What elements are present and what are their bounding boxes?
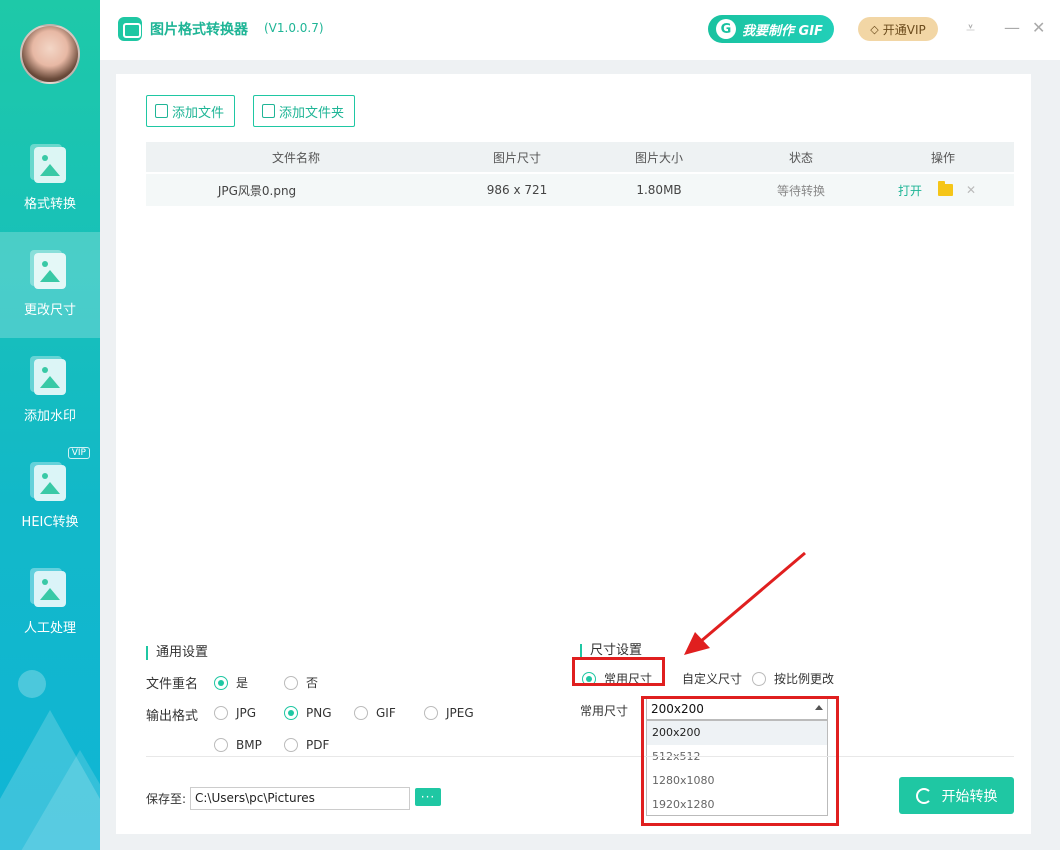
annotation-arrow-line (699, 551, 806, 644)
annotation-arrow-layer (684, 551, 806, 655)
